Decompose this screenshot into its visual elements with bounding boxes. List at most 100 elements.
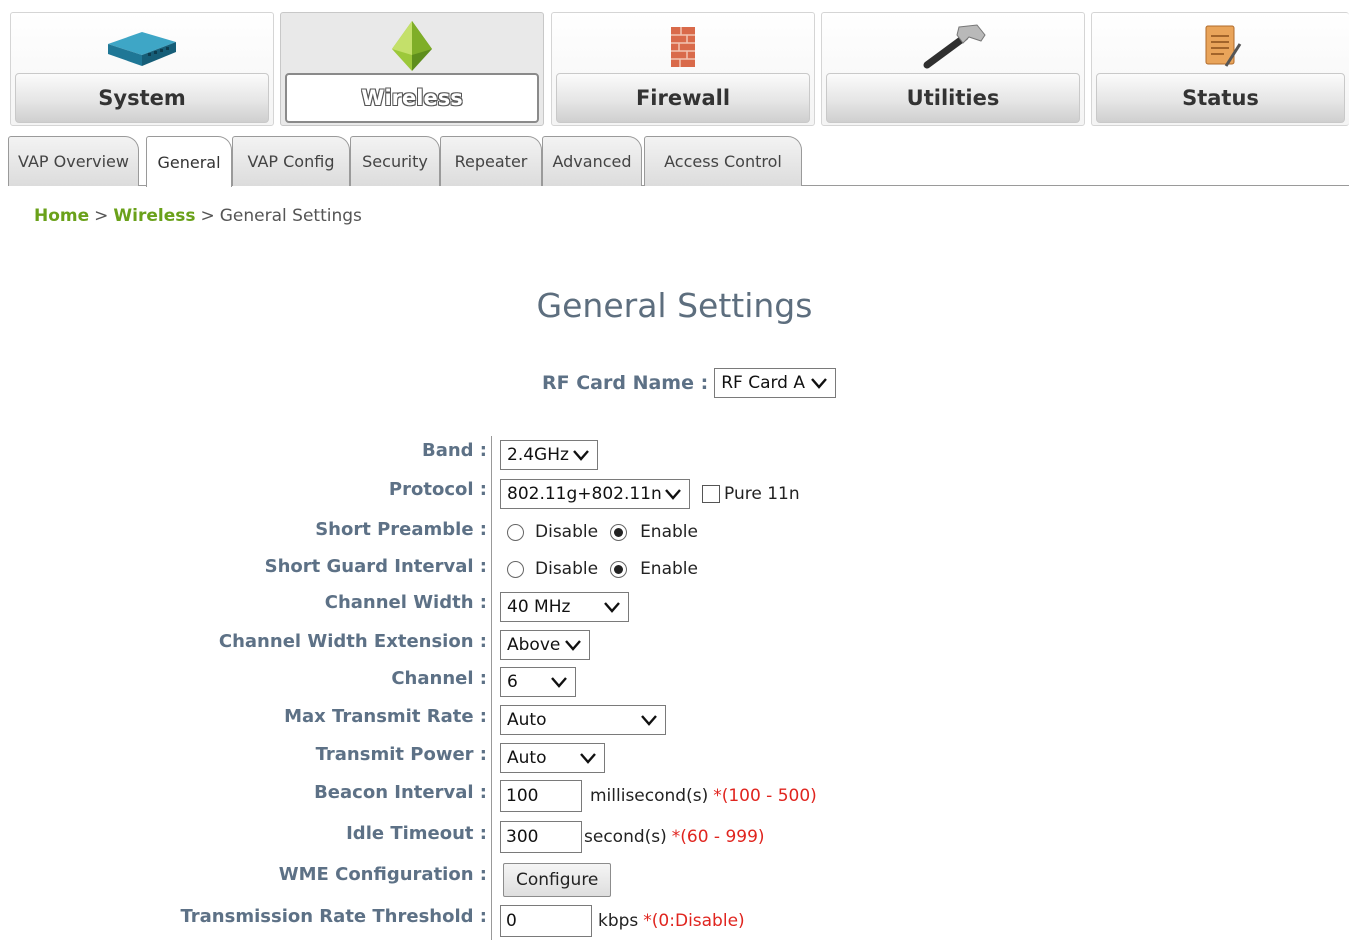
channel-width-row: 40 MHz: [500, 592, 629, 622]
transmission-rate-threshold-hint: *(0:Disable): [643, 911, 745, 931]
breadcrumb-separator: >: [200, 206, 215, 226]
band-label: Band :: [421, 440, 487, 461]
wireless-pyramid-icon: [281, 19, 543, 73]
transmit-power-value: Auto: [507, 748, 547, 768]
sub-tabs: VAP Overview General VAP Config Security…: [8, 134, 1349, 187]
tab-advanced[interactable]: Advanced: [542, 136, 642, 186]
channel-width-extension-value: Above: [507, 635, 561, 655]
short-guard-interval-enable-radio[interactable]: [610, 560, 628, 578]
channel-label: Channel :: [391, 668, 487, 689]
transmission-rate-threshold-input[interactable]: 0: [500, 905, 592, 937]
transmit-power-row: Auto: [500, 743, 605, 773]
chevron-down-icon: [665, 489, 681, 500]
chevron-down-icon: [580, 753, 596, 764]
short-preamble-enable-radio[interactable]: [610, 523, 628, 541]
beacon-interval-unit: millisecond(s): [590, 786, 709, 806]
transmission-rate-threshold-label: Transmission Rate Threshold :: [180, 906, 487, 927]
nav-system-button[interactable]: System: [10, 12, 274, 126]
rf-card-label: RF Card Name :: [542, 372, 709, 394]
idle-timeout-unit: second(s): [584, 827, 667, 847]
top-navigation: System Wireless Firewall Utilities Statu…: [10, 12, 1349, 128]
beacon-interval-input[interactable]: 100: [500, 780, 582, 812]
form-divider: [491, 436, 492, 940]
rf-card-row: RF Card Name : RF Card A: [542, 368, 837, 398]
nav-wireless-button[interactable]: Wireless: [280, 12, 544, 126]
max-transmit-rate-select[interactable]: Auto: [500, 705, 666, 735]
band-select[interactable]: 2.4GHz: [500, 440, 598, 470]
channel-width-value: 40 MHz: [507, 597, 571, 617]
idle-timeout-label: Idle Timeout :: [346, 823, 487, 844]
nav-system-label: System: [15, 73, 269, 123]
channel-width-label: Channel Width :: [324, 592, 487, 613]
nav-wireless-label: Wireless: [285, 73, 539, 123]
chevron-down-icon: [641, 715, 657, 726]
pure-11n-label: Pure 11n: [724, 484, 800, 504]
transmit-power-select[interactable]: Auto: [500, 743, 605, 773]
short-preamble-disable-radio[interactable]: [507, 523, 524, 541]
chevron-down-icon: [604, 602, 620, 613]
transmission-rate-threshold-row: 0 kbps *(0:Disable): [500, 905, 745, 937]
short-preamble-row: Disable Enable: [507, 522, 698, 542]
tab-security[interactable]: Security: [350, 136, 440, 186]
clipboard-icon: [1092, 19, 1349, 73]
breadcrumb-separator: >: [94, 206, 109, 226]
channel-width-select[interactable]: 40 MHz: [500, 592, 629, 622]
short-preamble-enable-label: Enable: [640, 522, 698, 542]
transmit-power-label: Transmit Power :: [315, 744, 487, 765]
chevron-down-icon: [573, 450, 589, 461]
breadcrumb: Home > Wireless > General Settings: [34, 206, 362, 226]
breadcrumb-current: General Settings: [219, 206, 362, 226]
idle-timeout-input[interactable]: 300: [500, 821, 582, 853]
router-icon: [11, 19, 273, 73]
nav-firewall-button[interactable]: Firewall: [551, 12, 815, 126]
channel-value: 6: [507, 672, 518, 692]
protocol-select[interactable]: 802.11g+802.11n: [500, 479, 690, 509]
breadcrumb-home-link[interactable]: Home: [34, 206, 89, 226]
band-value: 2.4GHz: [507, 445, 569, 465]
short-guard-interval-enable-label: Enable: [640, 559, 698, 579]
short-guard-interval-disable-radio[interactable]: [507, 560, 524, 578]
channel-select[interactable]: 6: [500, 667, 576, 697]
channel-row: 6: [500, 667, 576, 697]
tab-vap-overview[interactable]: VAP Overview: [8, 136, 139, 186]
transmission-rate-threshold-unit: kbps: [598, 911, 639, 931]
channel-width-extension-label: Channel Width Extension :: [218, 631, 487, 652]
nav-utilities-button[interactable]: Utilities: [821, 12, 1085, 126]
tab-repeater[interactable]: Repeater: [440, 136, 542, 186]
configure-button[interactable]: Configure: [503, 863, 612, 897]
short-guard-interval-row: Disable Enable: [507, 559, 698, 579]
protocol-value: 802.11g+802.11n: [507, 484, 662, 504]
protocol-row: 802.11g+802.11n Pure 11n: [500, 479, 800, 509]
chevron-down-icon: [811, 378, 828, 389]
beacon-interval-label: Beacon Interval :: [314, 782, 487, 803]
max-transmit-rate-value: Auto: [507, 710, 547, 730]
protocol-label: Protocol :: [388, 479, 487, 500]
beacon-interval-hint: *(100 - 500): [713, 786, 817, 806]
max-transmit-rate-row: Auto: [500, 705, 666, 735]
tab-general[interactable]: General: [146, 136, 232, 187]
tab-access-control[interactable]: Access Control: [644, 136, 802, 186]
idle-timeout-row: 300 second(s) *(60 - 999): [500, 821, 765, 853]
short-guard-interval-disable-label: Disable: [535, 559, 599, 579]
wme-configuration-label: WME Configuration :: [278, 864, 487, 885]
hammer-icon: [822, 19, 1084, 73]
tab-vap-config[interactable]: VAP Config: [232, 136, 350, 186]
nav-status-button[interactable]: Status: [1091, 12, 1349, 126]
short-guard-interval-label: Short Guard Interval :: [264, 556, 487, 577]
channel-width-extension-select[interactable]: Above: [500, 630, 590, 660]
breadcrumb-wireless-link[interactable]: Wireless: [113, 206, 195, 226]
pure-11n-checkbox[interactable]: [702, 485, 720, 503]
page-title: General Settings: [536, 286, 813, 325]
rf-card-select[interactable]: RF Card A: [714, 368, 837, 398]
beacon-interval-row: 100 millisecond(s) *(100 - 500): [500, 780, 817, 812]
nav-utilities-label: Utilities: [826, 73, 1080, 123]
channel-width-extension-row: Above: [500, 630, 590, 660]
rf-card-value: RF Card A: [721, 373, 805, 393]
wme-configuration-row: Configure: [503, 863, 612, 897]
short-preamble-label: Short Preamble :: [315, 519, 487, 540]
nav-firewall-label: Firewall: [556, 73, 810, 123]
idle-timeout-hint: *(60 - 999): [671, 827, 765, 847]
band-row: 2.4GHz: [500, 440, 598, 470]
max-transmit-rate-label: Max Transmit Rate :: [284, 706, 487, 727]
firewall-icon: [552, 19, 814, 73]
